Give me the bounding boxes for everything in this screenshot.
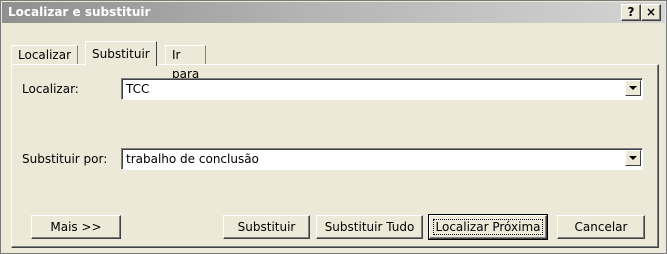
focus-rectangle <box>433 219 543 235</box>
tab-localizar[interactable]: Localizar <box>11 45 79 65</box>
find-input[interactable]: TCC <box>126 82 149 96</box>
cancel-button[interactable]: Cancelar <box>557 215 645 239</box>
chevron-down-icon <box>629 156 637 160</box>
find-replace-dialog: Localizar e substituir ? × Localizar Sub… <box>0 0 667 254</box>
replace-button[interactable]: Substituir <box>223 215 310 239</box>
help-button[interactable]: ? <box>621 4 641 21</box>
find-label: Localizar: <box>22 82 79 96</box>
replace-combobox[interactable]: trabalho de conclusão <box>121 148 643 170</box>
replace-input[interactable]: trabalho de conclusão <box>126 152 259 166</box>
chevron-down-icon <box>629 86 637 90</box>
tab-ir-para[interactable]: Ir para <box>165 45 207 81</box>
close-button[interactable]: × <box>641 4 661 21</box>
title-bar[interactable]: Localizar e substituir ? × <box>2 2 665 23</box>
replace-dropdown-button[interactable] <box>625 150 641 166</box>
more-button[interactable]: Mais >> <box>31 215 121 239</box>
find-next-button[interactable]: Localizar Próxima <box>428 214 548 240</box>
replace-label: Substituir por: <box>22 152 108 166</box>
tab-substituir[interactable]: Substituir <box>85 41 157 66</box>
find-combobox[interactable]: TCC <box>121 78 643 100</box>
replace-all-button[interactable]: Substituir Tudo <box>316 215 423 239</box>
find-dropdown-button[interactable] <box>625 80 641 96</box>
dialog-title: Localizar e substituir <box>8 5 151 19</box>
